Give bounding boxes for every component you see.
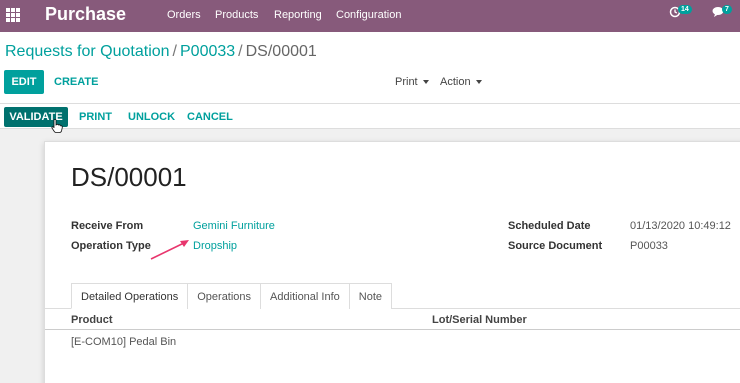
top-navbar: Purchase Orders Products Reporting Confi… <box>0 0 740 32</box>
column-header-lot-serial[interactable]: Lot/Serial Number <box>432 314 527 326</box>
breadcrumb-current: DS/00001 <box>245 43 317 60</box>
print-dropdown[interactable]: Print <box>395 76 429 88</box>
unlock-button[interactable]: UNLOCK <box>128 111 175 123</box>
create-button[interactable]: CREATE <box>54 76 98 88</box>
operation-type-link[interactable]: Dropship <box>193 240 237 252</box>
hand-cursor-icon <box>51 119 63 133</box>
action-dropdown[interactable]: Action <box>440 76 482 88</box>
breadcrumb-separator: / <box>238 43 243 60</box>
activity-count-badge: 14 <box>678 4 692 14</box>
action-dropdown-label: Action <box>440 76 471 88</box>
control-panel: Requests for Quotation / P00033/DS/00001 E… <box>0 32 740 104</box>
app-title[interactable]: Purchase <box>45 4 126 25</box>
form-sheet: DS/00001 Receive From Gemini Furniture O… <box>44 141 740 383</box>
apps-grid-icon[interactable] <box>6 8 20 22</box>
breadcrumb: Requests for Quotation / P00033/DS/00001 <box>5 43 317 61</box>
cancel-button[interactable]: CANCEL <box>187 111 233 123</box>
menu-products[interactable]: Products <box>215 9 258 21</box>
breadcrumb-order[interactable]: P00033 <box>180 43 235 60</box>
edit-button[interactable]: EDIT <box>4 70 44 94</box>
tab-additional-info[interactable]: Additional Info <box>260 283 350 309</box>
column-header-product[interactable]: Product <box>71 314 113 326</box>
tab-operations[interactable]: Operations <box>187 283 262 309</box>
source-document-value: P00033 <box>630 240 668 252</box>
menu-reporting[interactable]: Reporting <box>274 9 322 21</box>
scheduled-date-label: Scheduled Date <box>508 220 591 232</box>
scheduled-date-value: 01/13/2020 10:49:12 <box>630 220 731 232</box>
table-row[interactable]: [E-COM10] Pedal Bin <box>71 336 176 348</box>
caret-down-icon <box>475 80 482 85</box>
activity-button[interactable]: 14 <box>669 4 692 18</box>
breadcrumb-rfq[interactable]: Requests for Quotation <box>5 43 170 60</box>
source-document-label: Source Document <box>508 240 603 252</box>
table-header-divider <box>45 329 740 330</box>
operation-type-label: Operation Type <box>71 240 151 252</box>
messages-button[interactable]: 7 <box>712 4 732 18</box>
receive-from-link[interactable]: Gemini Furniture <box>193 220 275 232</box>
message-count-badge: 7 <box>722 4 732 14</box>
pointer-arrow-icon <box>150 240 189 260</box>
print-dropdown-label: Print <box>395 76 418 88</box>
notebook-tabs: Detailed Operations Operations Additiona… <box>71 283 393 309</box>
tab-note[interactable]: Note <box>348 283 393 309</box>
menu-configuration[interactable]: Configuration <box>336 9 401 21</box>
tab-detailed-operations[interactable]: Detailed Operations <box>71 283 189 309</box>
caret-down-icon <box>422 80 429 85</box>
breadcrumb-separator: / <box>172 43 177 60</box>
print-button[interactable]: PRINT <box>79 111 112 123</box>
menu-orders[interactable]: Orders <box>167 9 201 21</box>
form-statusbar: VALIDATE PRINT UNLOCK CANCEL <box>0 104 740 133</box>
receive-from-label: Receive From <box>71 220 144 232</box>
document-title: DS/00001 <box>71 162 187 192</box>
